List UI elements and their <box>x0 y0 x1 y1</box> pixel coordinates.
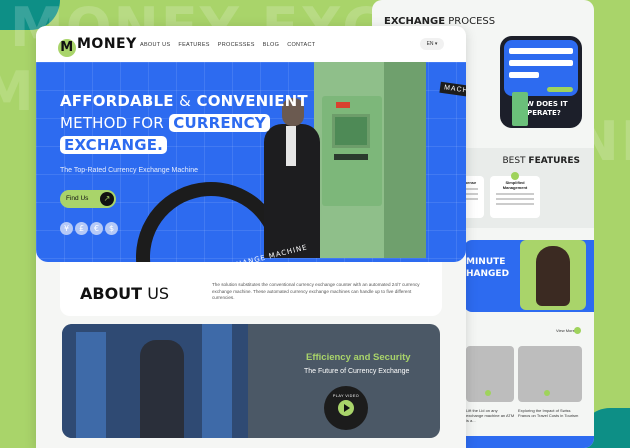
arrow-icon: ↗ <box>100 192 114 206</box>
best-features-title: BEST FEATURES <box>502 156 580 166</box>
feature-card: Simplified Management <box>490 176 540 218</box>
atm-thumbnail <box>512 92 528 126</box>
view-more-link[interactable]: View More <box>556 328 575 333</box>
blog-caption[interactable]: Exploring the Impact of Swiss Francs on … <box>518 408 580 418</box>
play-icon <box>344 404 350 412</box>
euro-icon: € <box>90 222 103 235</box>
nav-about-us[interactable]: ABOUT US <box>140 42 170 48</box>
nav-contact[interactable]: CONTACT <box>287 42 315 48</box>
dollar-icon: $ <box>105 222 118 235</box>
about-description: The solution substitutes the conventiona… <box>212 282 420 300</box>
blog-caption[interactable]: Lift the Lid on any exchange machine an … <box>466 408 516 423</box>
banner-text: MINUTE HANGED <box>466 257 510 279</box>
footer-bar <box>464 436 594 448</box>
about-title: ABOUT US <box>80 284 170 303</box>
logo[interactable]: M MONEY <box>58 36 137 57</box>
navbar: M MONEY ABOUT US FEATURES PROCESSES BLOG … <box>36 26 466 62</box>
arrow-icon[interactable] <box>574 327 581 334</box>
atm-machine-image <box>314 62 426 258</box>
find-us-button[interactable]: Find Us ↗ <box>60 190 116 208</box>
nav-features[interactable]: FEATURES <box>178 42 209 48</box>
feature-icon <box>511 172 519 180</box>
card-title: Efficiency and Security <box>306 352 411 363</box>
hero-subtitle: The Top-Rated Currency Exchange Machine <box>60 167 199 174</box>
promo-banner: MINUTE HANGED <box>464 240 594 312</box>
pound-icon: £ <box>75 222 88 235</box>
blog-photo[interactable] <box>466 346 514 402</box>
nav-processes[interactable]: PROCESSES <box>218 42 255 48</box>
blog-photo[interactable] <box>518 346 582 402</box>
card-subtitle: The Future of Currency Exchange <box>304 368 410 375</box>
hero-heading: AFFORDABLE & CONVENIENT METHOD FOR CURRE… <box>60 92 308 154</box>
yen-icon: ¥ <box>60 222 73 235</box>
atm-user-photo <box>62 324 248 438</box>
currency-icons: ¥ £ € $ <box>60 222 118 235</box>
nav-menu: ABOUT US FEATURES PROCESSES BLOG CONTACT <box>140 42 315 48</box>
language-selector[interactable]: EN ▾ <box>420 38 444 50</box>
woman-photo <box>536 246 570 306</box>
play-video-button[interactable]: PLAY VIDEO <box>324 386 368 430</box>
main-page-preview: M MONEY ABOUT US FEATURES PROCESSES BLOG … <box>36 26 466 448</box>
feature-video-card: Efficiency and Security The Future of Cu… <box>62 324 440 438</box>
hero-section: AFFORDABLE & CONVENIENT METHOD FOR CURRE… <box>36 62 466 262</box>
nav-blog[interactable]: BLOG <box>263 42 279 48</box>
